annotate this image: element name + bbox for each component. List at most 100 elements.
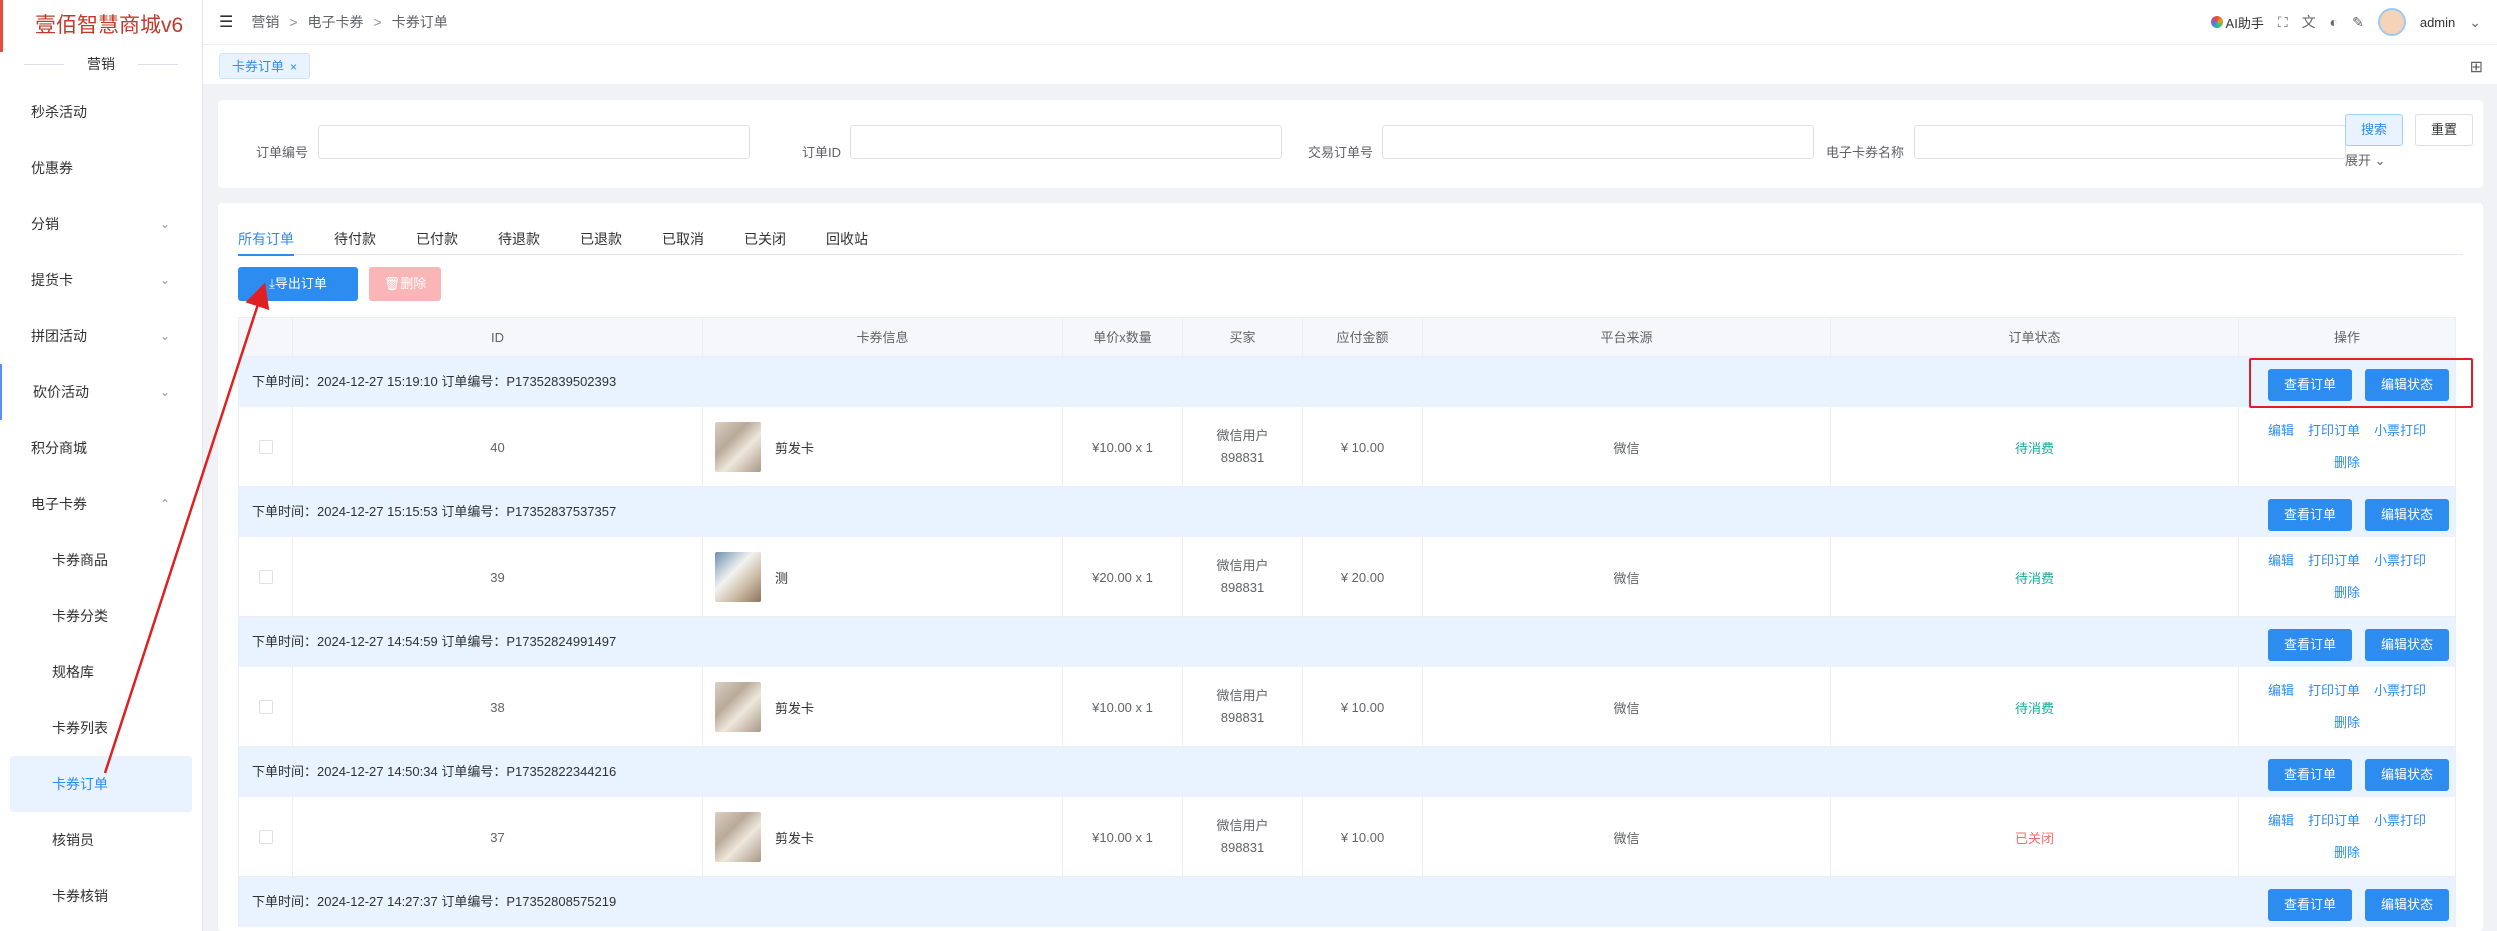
ai-icon	[2210, 16, 2223, 28]
reset-button[interactable]: 重置	[2415, 114, 2473, 146]
delete-link[interactable]: 删除	[2334, 585, 2360, 600]
bulk-delete-button[interactable]: 🗑删除	[369, 267, 441, 301]
expand-toggle[interactable]: 展开 ⌄	[2345, 150, 2386, 169]
row-checkbox-cell	[239, 407, 293, 487]
card-name-input[interactable]	[1914, 125, 2346, 159]
sidebar-item-pickup-card[interactable]: 提货卡 ⌄	[0, 252, 202, 308]
print-receipt-link[interactable]: 小票打印	[2374, 813, 2426, 828]
sidebar-subitem-card-goods[interactable]: 卡券商品	[0, 532, 202, 588]
avatar[interactable]	[2377, 8, 2406, 36]
edit-status-button[interactable]: 编辑状态	[2365, 499, 2449, 531]
sidebar-subitem-card-category[interactable]: 卡券分类	[0, 588, 202, 644]
print-order-link[interactable]: 打印订单	[2308, 813, 2360, 828]
row-checkbox[interactable]	[258, 700, 273, 714]
edit-link[interactable]: 编辑	[2268, 423, 2294, 438]
tab-card-orders[interactable]: 卡券订单 ×	[219, 53, 311, 79]
sidebar-subitem-card-list[interactable]: 卡券列表	[0, 700, 202, 756]
print-order-link[interactable]: 打印订单	[2308, 683, 2360, 698]
sidebar-item-e-card[interactable]: 电子卡券 ⌃	[0, 476, 202, 532]
view-order-button[interactable]: 查看订单	[2268, 889, 2352, 921]
view-order-button[interactable]: 查看订单	[2268, 759, 2352, 791]
row-checkbox[interactable]	[258, 440, 273, 454]
row-checkbox[interactable]	[258, 570, 273, 584]
sidebar-item-label: 电子卡券	[31, 496, 87, 512]
cell-buyer: 微信用户 898831	[1183, 537, 1303, 617]
cell-card-info: 剪发卡	[703, 667, 1063, 747]
cell-buyer: 微信用户 898831	[1183, 667, 1303, 747]
order-no-input[interactable]	[318, 125, 750, 159]
order-id-label: 订单ID	[802, 145, 842, 160]
sidebar-item-distribution[interactable]: 分销 ⌄	[0, 196, 202, 252]
tab-cancelled[interactable]: 已取消	[662, 229, 704, 249]
tab-recycle-bin[interactable]: 回收站	[826, 229, 868, 249]
sidebar-subitem-spec-library[interactable]: 规格库	[0, 644, 202, 700]
clear-cache-icon[interactable]: ✎	[2352, 14, 2364, 31]
row-checkbox[interactable]	[258, 830, 273, 844]
tab-all-orders[interactable]: 所有订单	[238, 229, 294, 256]
order-meta: 下单时间：2024-12-27 14:54:59 订单编号：P173528249…	[252, 634, 617, 649]
section-title: 营销	[0, 52, 202, 76]
tab-pending-payment[interactable]: 待付款	[334, 229, 376, 249]
fullscreen-icon[interactable]: ⛶	[2278, 14, 2288, 31]
order-id-input[interactable]	[850, 125, 1282, 159]
ai-assistant-button[interactable]: AI助手	[2210, 13, 2264, 32]
edit-status-button[interactable]: 编辑状态	[2365, 759, 2449, 791]
sidebar-item-label: 卡券商品	[52, 552, 108, 568]
view-order-button[interactable]: 查看订单	[2268, 499, 2352, 531]
sidebar-item-bargain[interactable]: 砍价活动 ⌄	[0, 364, 202, 420]
order-group-header: 下单时间：2024-12-27 14:50:34 订单编号：P173528223…	[238, 747, 2456, 797]
chevron-down-icon: ⌄	[159, 217, 170, 231]
select-all-checkbox-cell[interactable]	[239, 318, 293, 358]
edit-status-button[interactable]: 编辑状态	[2365, 889, 2449, 921]
print-receipt-link[interactable]: 小票打印	[2374, 683, 2426, 698]
grid-icon[interactable]: ⊞	[2470, 57, 2483, 77]
sidebar-item-coupon[interactable]: 优惠券	[0, 140, 202, 196]
print-order-link[interactable]: 打印订单	[2308, 423, 2360, 438]
delete-link[interactable]: 删除	[2334, 715, 2360, 730]
export-orders-button[interactable]: ⤓导出订单	[238, 267, 358, 301]
chevron-down-icon[interactable]: ⌄	[2469, 14, 2481, 31]
sidebar-item-group-buy[interactable]: 拼团活动 ⌄	[0, 308, 202, 364]
breadcrumb-separator: >	[289, 14, 298, 30]
search-button[interactable]: 搜索	[2345, 114, 2403, 146]
chevron-up-icon: ⌃	[159, 497, 170, 511]
edit-link[interactable]: 编辑	[2268, 813, 2294, 828]
tab-pending-refund[interactable]: 待退款	[498, 229, 540, 249]
tab-refunded[interactable]: 已退款	[580, 229, 622, 249]
tab-closed[interactable]: 已关闭	[744, 229, 786, 249]
breadcrumb-item[interactable]: 电子卡券	[308, 12, 364, 32]
edit-link[interactable]: 编辑	[2268, 683, 2294, 698]
print-receipt-link[interactable]: 小票打印	[2374, 423, 2426, 438]
cell-source: 微信	[1423, 537, 1831, 617]
trade-no-input[interactable]	[1382, 125, 1814, 159]
edit-status-button[interactable]: 编辑状态	[2365, 629, 2449, 661]
breadcrumb-item[interactable]: 营销	[251, 12, 279, 32]
translate-icon[interactable]: 文	[2302, 12, 2316, 32]
cell-id: 40	[293, 407, 703, 487]
print-receipt-link[interactable]: 小票打印	[2374, 553, 2426, 568]
username[interactable]: admin	[2420, 15, 2455, 30]
sidebar-item-label: 核销员	[52, 832, 94, 848]
sidebar-subitem-verifier[interactable]: 核销员	[0, 812, 202, 868]
cell-card-info: 剪发卡	[703, 407, 1063, 487]
view-order-button[interactable]: 查看订单	[2268, 629, 2352, 661]
sidebar-item-points-mall[interactable]: 积分商城	[0, 420, 202, 476]
print-order-link[interactable]: 打印订单	[2308, 553, 2360, 568]
sidebar-subitem-card-verify[interactable]: 卡券核销	[0, 868, 202, 924]
sidebar-subitem-card-orders[interactable]: 卡券订单	[10, 756, 192, 812]
edit-link[interactable]: 编辑	[2268, 553, 2294, 568]
delete-link[interactable]: 删除	[2334, 845, 2360, 860]
chevron-down-icon: ⌄	[159, 385, 170, 399]
hamburger-icon[interactable]: ☰	[219, 12, 233, 32]
sidebar-item-seckill[interactable]: 秒杀活动	[0, 84, 202, 140]
tab-paid[interactable]: 已付款	[416, 229, 458, 249]
delete-link[interactable]: 删除	[2334, 455, 2360, 470]
theme-palette-icon[interactable]: ◐	[2330, 14, 2338, 30]
cell-source: 微信	[1423, 667, 1831, 747]
col-card-info: 卡券信息	[703, 318, 1063, 358]
chevron-down-icon: ⌄	[159, 273, 170, 287]
cell-amount: ¥ 10.00	[1303, 407, 1423, 487]
close-icon[interactable]: ×	[290, 60, 297, 74]
cell-actions: 编辑 打印订单 小票打印删除	[2239, 797, 2455, 877]
card-name: 测	[775, 570, 789, 586]
